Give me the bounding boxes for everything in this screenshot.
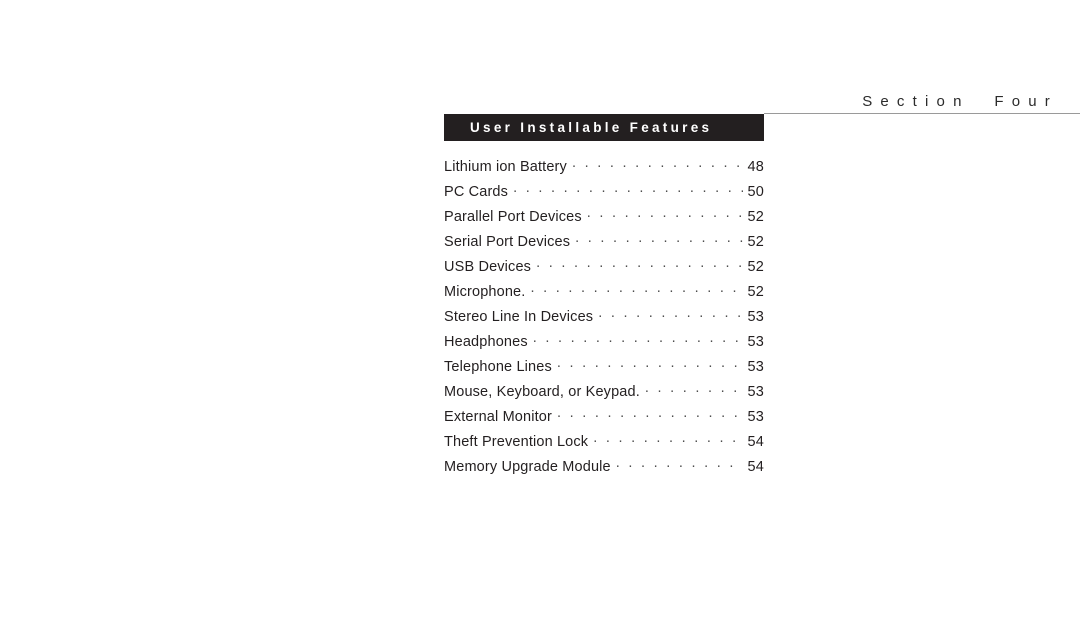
toc-dot-leader: ........................................… xyxy=(572,157,743,171)
toc-entry-page-number: 53 xyxy=(747,409,764,425)
toc-dot-leader-dots: ........................................… xyxy=(536,257,743,271)
toc-dot-leader: ........................................… xyxy=(616,457,743,471)
toc-dot-leader: ........................................… xyxy=(557,357,743,371)
toc-entry-label: Lithium ion Battery xyxy=(444,159,567,175)
toc-dot-leader: ........................................… xyxy=(513,182,743,196)
toc-entry-page-number: 53 xyxy=(747,359,764,375)
toc-entry-page-number: 48 xyxy=(747,159,764,175)
document-page: Section Four User Installable Features L… xyxy=(0,0,1080,630)
toc-entry-label: Headphones xyxy=(444,334,528,350)
toc-dot-leader-dots: ........................................… xyxy=(598,307,743,321)
toc-entry[interactable]: Serial Port Devices.....................… xyxy=(444,232,764,257)
toc-dot-leader: ........................................… xyxy=(557,407,743,421)
header-rule xyxy=(764,113,1080,114)
toc-entry[interactable]: Memory Upgrade Module...................… xyxy=(444,457,764,482)
toc-dot-leader-dots: ........................................… xyxy=(571,157,743,171)
toc-entry[interactable]: USB Devices.............................… xyxy=(444,257,764,282)
toc-entry[interactable]: Theft Prevention Lock...................… xyxy=(444,432,764,457)
toc-dot-leader-dots: ........................................… xyxy=(530,282,743,296)
toc-entry[interactable]: Headphones..............................… xyxy=(444,332,764,357)
toc-entry-label: USB Devices xyxy=(444,259,532,275)
toc-entry[interactable]: Parallel Port Devices...................… xyxy=(444,207,764,232)
section-title-label: User Installable Features xyxy=(470,120,713,135)
toc-entry[interactable]: Stereo Line In Devices..................… xyxy=(444,307,764,332)
toc-dot-leader-dots: ........................................… xyxy=(593,432,743,446)
toc-dot-leader: ........................................… xyxy=(575,232,743,246)
toc-dot-leader: ........................................… xyxy=(530,282,743,296)
toc-dot-leader-dots: ........................................… xyxy=(513,182,743,196)
toc-dot-leader-dots: ........................................… xyxy=(615,457,743,471)
toc-entry-label: Theft Prevention Lock xyxy=(444,434,589,450)
toc-entry-label: PC Cards xyxy=(444,184,509,200)
toc-entry[interactable]: Mouse, Keyboard, or Keypad..............… xyxy=(444,382,764,407)
table-of-contents: Lithium ion Battery.....................… xyxy=(444,157,764,482)
toc-dot-leader: ........................................… xyxy=(536,257,743,271)
toc-entry-label: Serial Port Devices xyxy=(444,234,571,250)
toc-entry-page-number: 53 xyxy=(747,334,764,350)
toc-entry-label: External Monitor xyxy=(444,409,552,425)
toc-dot-leader-dots: ........................................… xyxy=(556,357,743,371)
toc-dot-leader: ........................................… xyxy=(593,432,743,446)
toc-dot-leader-dots: ........................................… xyxy=(556,407,743,421)
toc-dot-leader: ........................................… xyxy=(645,382,743,396)
toc-entry-label: Stereo Line In Devices xyxy=(444,309,594,325)
toc-dot-leader: ........................................… xyxy=(598,307,743,321)
toc-entry-page-number: 53 xyxy=(747,384,764,400)
toc-entry-label: Mouse, Keyboard, or Keypad. xyxy=(444,384,640,400)
toc-entry-page-number: 52 xyxy=(747,284,764,300)
toc-entry[interactable]: External Monitor........................… xyxy=(444,407,764,432)
toc-entry[interactable]: Lithium ion Battery.....................… xyxy=(444,157,764,182)
toc-entry-label: Parallel Port Devices xyxy=(444,209,582,225)
toc-entry-label: Microphone. xyxy=(444,284,526,300)
toc-dot-leader-dots: ........................................… xyxy=(586,207,743,221)
section-title-bar: User Installable Features xyxy=(444,114,764,141)
running-head-label: Section Four xyxy=(862,93,1058,110)
toc-dot-leader: ........................................… xyxy=(587,207,743,221)
toc-entry[interactable]: Microphone..............................… xyxy=(444,282,764,307)
toc-entry-page-number: 52 xyxy=(747,209,764,225)
toc-entry-page-number: 50 xyxy=(747,184,764,200)
toc-entry-page-number: 52 xyxy=(747,259,764,275)
toc-entry-page-number: 52 xyxy=(747,234,764,250)
toc-dot-leader: ........................................… xyxy=(533,332,743,346)
running-head: Section Four xyxy=(0,92,1080,114)
toc-dot-leader-dots: ........................................… xyxy=(532,332,743,346)
toc-entry-label: Telephone Lines xyxy=(444,359,552,375)
toc-dot-leader-dots: ........................................… xyxy=(575,232,743,246)
toc-entry[interactable]: PC Cards................................… xyxy=(444,182,764,207)
toc-entry-page-number: 53 xyxy=(747,309,764,325)
toc-entry-page-number: 54 xyxy=(747,434,764,450)
toc-entry[interactable]: Telephone Lines.........................… xyxy=(444,357,764,382)
toc-entry-page-number: 54 xyxy=(747,459,764,475)
toc-dot-leader-dots: ........................................… xyxy=(644,382,743,396)
toc-entry-label: Memory Upgrade Module xyxy=(444,459,611,475)
